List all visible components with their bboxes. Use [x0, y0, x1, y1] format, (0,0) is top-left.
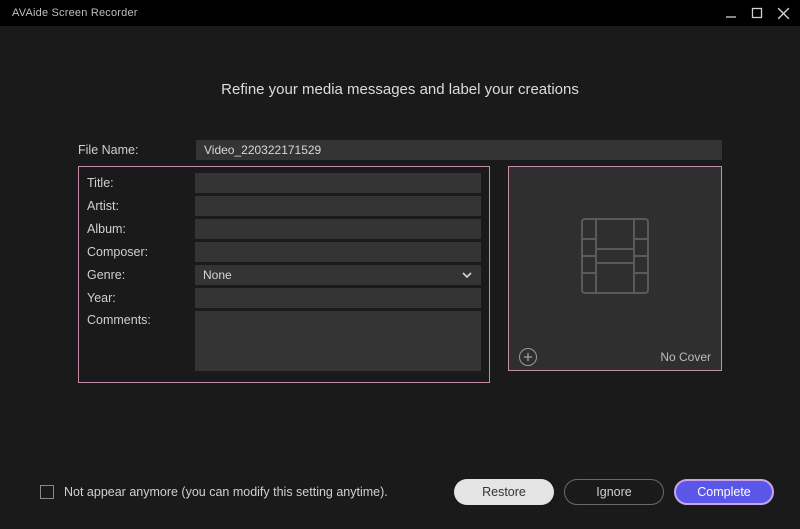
plus-icon — [523, 352, 533, 362]
cover-bar: No Cover — [509, 344, 721, 370]
comments-input[interactable] — [195, 311, 481, 371]
album-label: Album: — [83, 222, 195, 236]
ignore-button[interactable]: Ignore — [564, 479, 664, 505]
page-title: Refine your media messages and label you… — [78, 81, 722, 98]
not-appear-checkbox[interactable] — [40, 485, 54, 499]
restore-button[interactable]: Restore — [454, 479, 554, 505]
comments-label: Comments: — [83, 311, 195, 327]
artist-label: Artist: — [83, 199, 195, 213]
footer: Not appear anymore (you can modify this … — [0, 479, 800, 505]
composer-label: Composer: — [83, 245, 195, 259]
artist-input[interactable] — [195, 196, 481, 216]
file-name-input[interactable] — [196, 140, 722, 160]
mid-section: Title: Artist: Album: Composer: Genre: N… — [78, 166, 722, 383]
year-label: Year: — [83, 291, 195, 305]
file-name-row: File Name: — [78, 140, 722, 160]
footer-buttons: Restore Ignore Complete — [454, 479, 774, 505]
composer-input[interactable] — [195, 242, 481, 262]
album-input[interactable] — [195, 219, 481, 239]
minimize-button[interactable] — [724, 6, 738, 20]
complete-button[interactable]: Complete — [674, 479, 774, 505]
content: Refine your media messages and label you… — [0, 26, 800, 383]
title-label: Title: — [83, 176, 195, 190]
add-cover-button[interactable] — [519, 348, 537, 366]
maximize-button[interactable] — [750, 6, 764, 20]
cover-panel: No Cover — [508, 166, 722, 371]
close-button[interactable] — [776, 6, 790, 20]
not-appear-label: Not appear anymore (you can modify this … — [64, 485, 454, 499]
window-controls — [724, 6, 790, 20]
chevron-down-icon — [461, 268, 473, 286]
genre-select[interactable]: None — [195, 265, 481, 285]
app-title: AVAide Screen Recorder — [12, 7, 138, 19]
title-input[interactable] — [195, 173, 481, 193]
genre-value: None — [203, 268, 232, 282]
metadata-panel: Title: Artist: Album: Composer: Genre: N… — [78, 166, 490, 383]
film-icon — [570, 211, 660, 301]
no-cover-label: No Cover — [660, 350, 711, 364]
cover-placeholder — [509, 167, 721, 344]
genre-label: Genre: — [83, 268, 195, 282]
titlebar: AVAide Screen Recorder — [0, 0, 800, 26]
year-input[interactable] — [195, 288, 481, 308]
file-name-label: File Name: — [78, 143, 196, 157]
